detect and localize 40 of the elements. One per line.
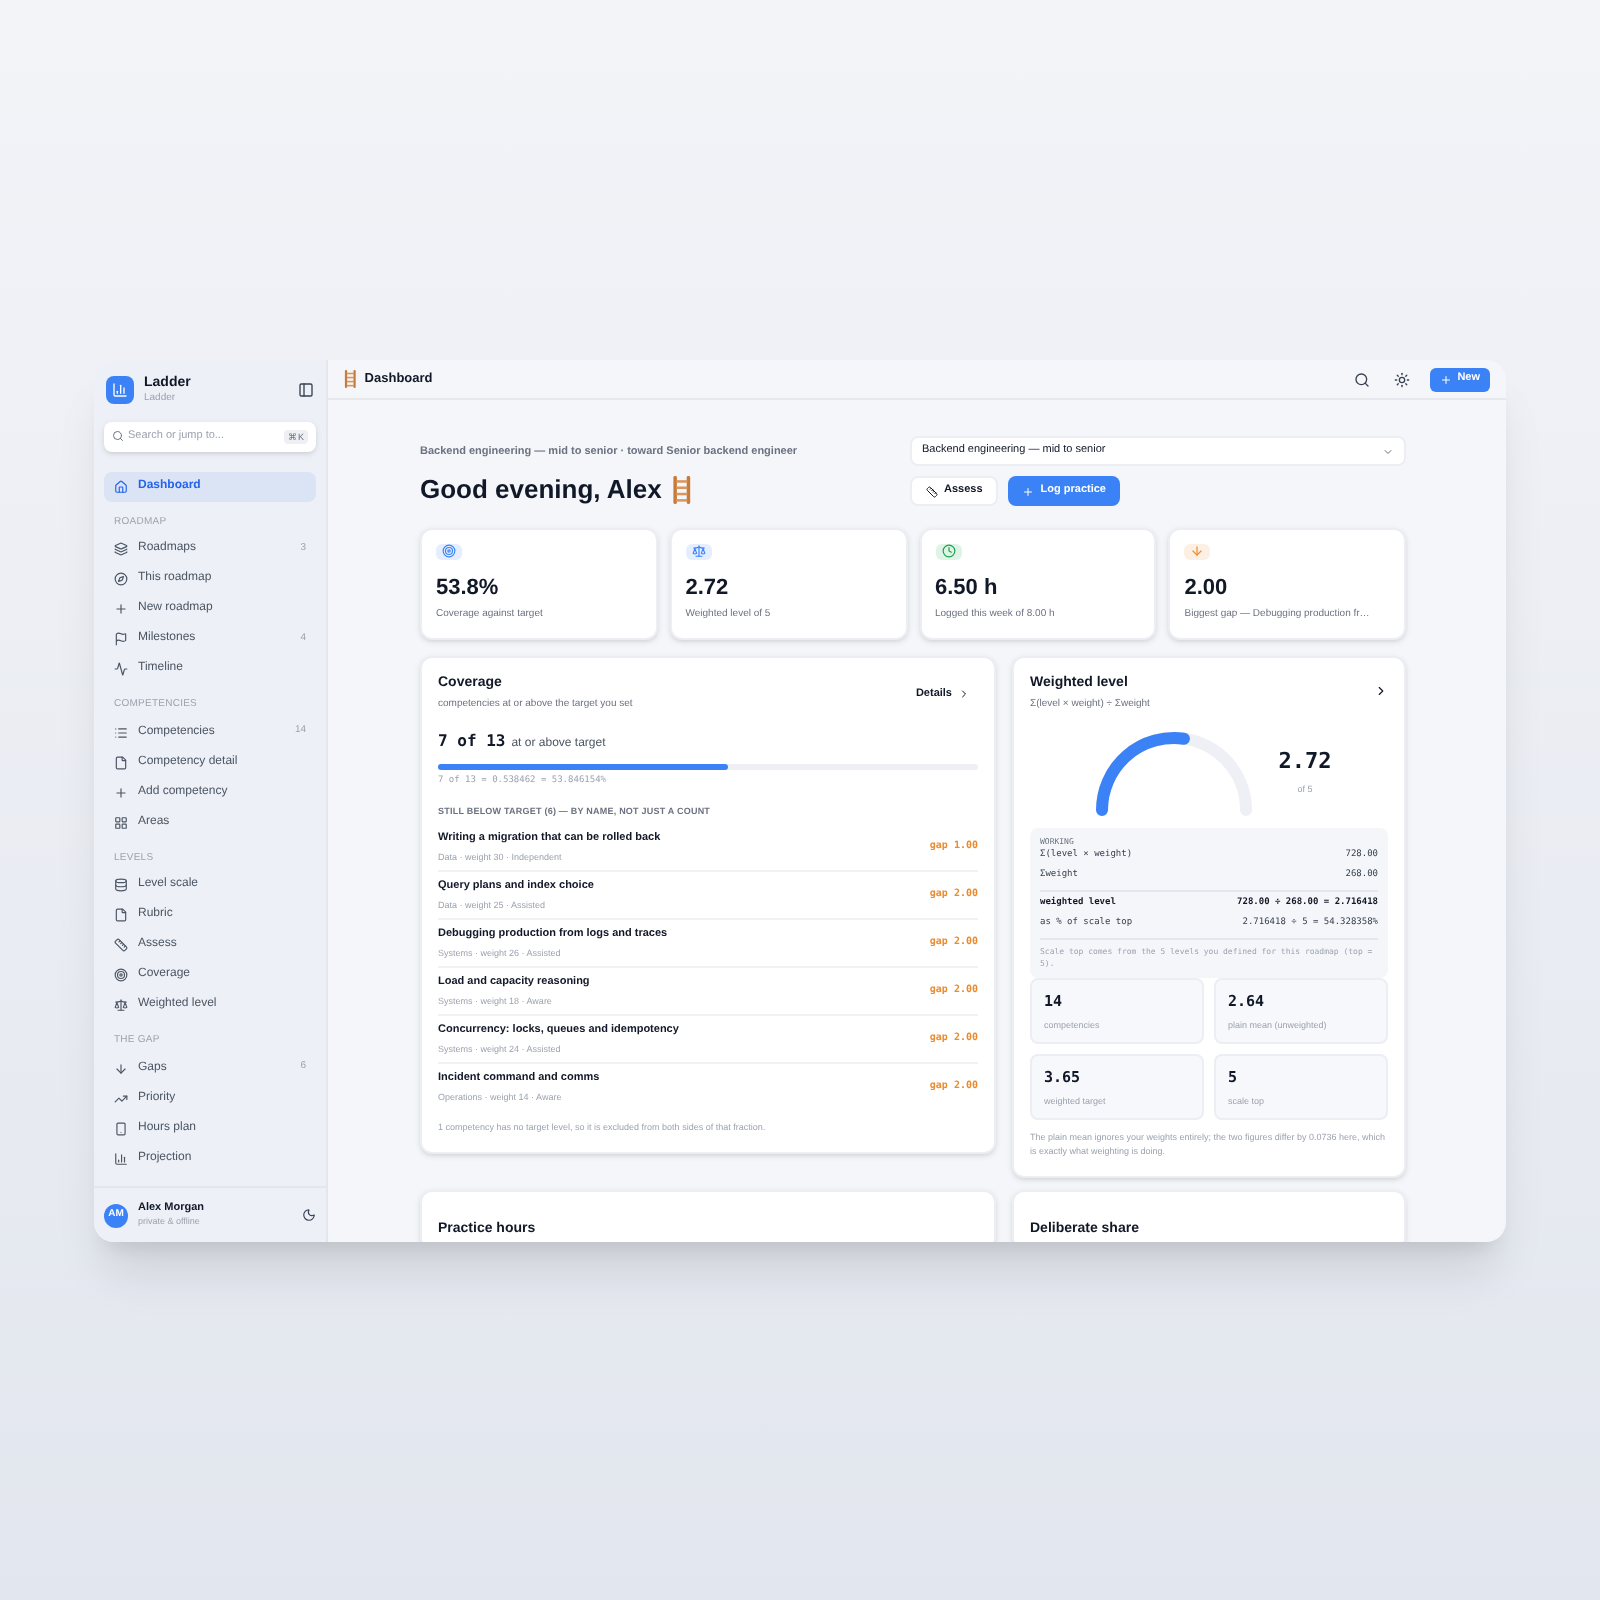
plus-icon (1022, 485, 1035, 497)
nav-icon (114, 632, 128, 646)
nav-icon (114, 785, 128, 799)
nav-icon (114, 878, 128, 892)
stat-value: 53.8% (436, 573, 501, 604)
nav-icon (114, 479, 128, 493)
greeting: Good evening, Alex (420, 472, 662, 509)
nav-icon (114, 1091, 128, 1105)
nav-icon (114, 662, 128, 676)
nav-icon (114, 938, 128, 952)
moon-icon[interactable] (302, 1208, 316, 1222)
nav-icon (114, 1061, 128, 1075)
app-logo (106, 376, 134, 405)
theme-icon[interactable] (1393, 371, 1410, 387)
sidebar-toggle-icon[interactable] (298, 382, 314, 399)
nav-icon (114, 542, 128, 556)
stat-value: 2.00 (1184, 573, 1230, 604)
ladder-icon (671, 476, 692, 504)
nav-icon (114, 572, 128, 586)
stat-value: 2.72 (685, 573, 731, 604)
plus-icon (1439, 373, 1452, 385)
nav-icon (114, 908, 128, 922)
nav-icon (114, 968, 128, 982)
chevron-right-icon (958, 687, 970, 700)
search-icon[interactable] (1353, 371, 1370, 387)
chevron-down-icon (1382, 445, 1394, 457)
weighted-value: 2.72 (1278, 746, 1332, 779)
search-icon (112, 430, 124, 442)
chevron-icon[interactable] (1374, 683, 1388, 698)
ladder-icon (344, 370, 357, 388)
coverage-fraction: 7 of 13 (438, 729, 506, 754)
nav-icon (114, 602, 128, 616)
nav-icon (114, 815, 128, 829)
nav-icon (114, 998, 128, 1012)
nav-icon (114, 1151, 128, 1165)
nav-icon (114, 755, 128, 769)
stat-value: 6.50 h (935, 573, 1000, 604)
ruler-icon (926, 485, 938, 497)
nav-icon (114, 1121, 128, 1135)
nav-icon (114, 725, 128, 739)
